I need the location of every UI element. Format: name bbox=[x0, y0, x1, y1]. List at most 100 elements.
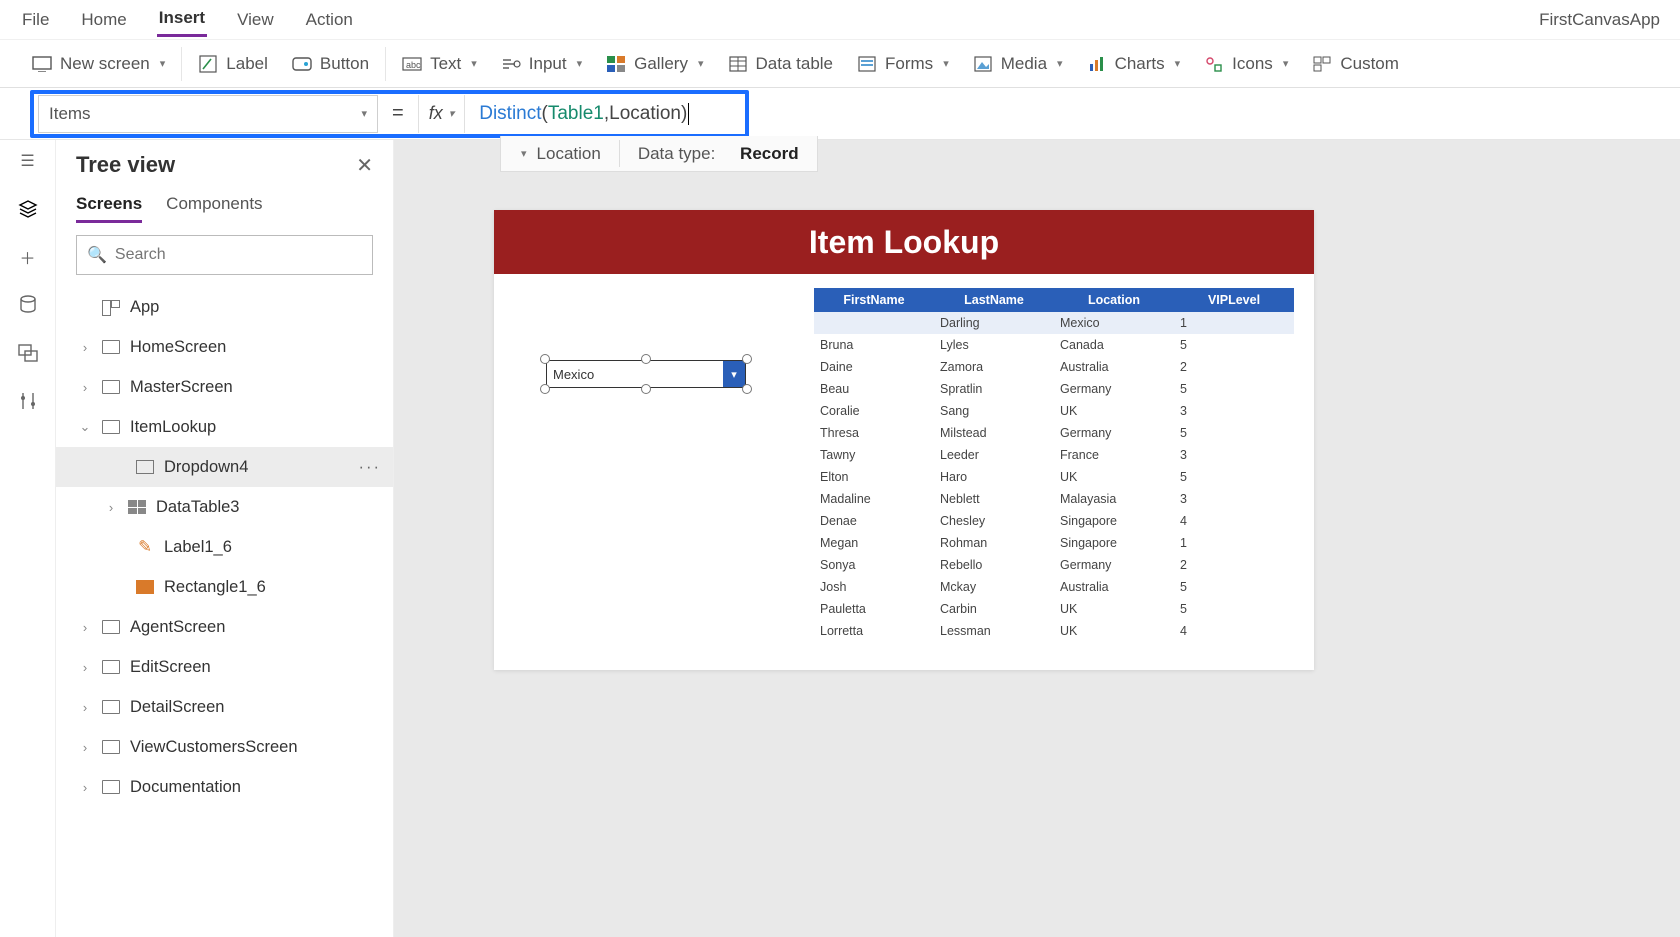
table-row[interactable]: BeauSpratlinGermany5 bbox=[814, 378, 1294, 400]
expand-icon[interactable]: › bbox=[78, 700, 92, 715]
control-datatable3[interactable]: FirstName LastName Location VIPLevel Dar… bbox=[814, 288, 1294, 642]
table-row[interactable]: CoralieSangUK3 bbox=[814, 400, 1294, 422]
formula-input[interactable]: Distinct(Table1, Location) bbox=[465, 95, 745, 133]
table-row[interactable]: DaineZamoraAustralia2 bbox=[814, 356, 1294, 378]
screen-icon bbox=[102, 420, 120, 434]
screen-icon bbox=[102, 340, 120, 354]
canvas-area[interactable]: Item Lookup Mexico ▾ FirstName LastName bbox=[394, 140, 1680, 937]
search-box[interactable]: 🔍 bbox=[76, 235, 373, 275]
expand-icon[interactable]: › bbox=[78, 620, 92, 635]
forms-button[interactable]: Forms ▾ bbox=[845, 40, 961, 88]
tree-item-detailscreen[interactable]: ›DetailScreen bbox=[56, 687, 393, 727]
table-row[interactable]: BrunaLylesCanada5 bbox=[814, 334, 1294, 356]
hamburger-icon[interactable]: ☰ bbox=[17, 150, 39, 172]
custom-button[interactable]: Custom bbox=[1300, 40, 1411, 88]
chevron-down-icon: ▾ bbox=[1283, 57, 1289, 70]
tree-item-homescreen[interactable]: ›HomeScreen bbox=[56, 327, 393, 367]
new-screen-label: New screen bbox=[60, 54, 150, 74]
tree-item-rectangle[interactable]: Rectangle1_6 bbox=[56, 567, 393, 607]
table-row[interactable]: JoshMckayAustralia5 bbox=[814, 576, 1294, 598]
media-button[interactable]: Media ▾ bbox=[961, 40, 1075, 88]
table-row[interactable]: TawnyLeederFrance3 bbox=[814, 444, 1294, 466]
menu-view[interactable]: View bbox=[235, 4, 276, 36]
col-lastname[interactable]: LastName bbox=[934, 288, 1054, 312]
menu-insert[interactable]: Insert bbox=[157, 2, 207, 37]
tree-item-masterscreen[interactable]: ›MasterScreen bbox=[56, 367, 393, 407]
button-button[interactable]: Button bbox=[280, 40, 381, 88]
screen-itemlookup[interactable]: Item Lookup Mexico ▾ FirstName LastName bbox=[494, 210, 1314, 670]
tab-screens[interactable]: Screens bbox=[76, 194, 142, 223]
result-datatype-cell: Data type: Record bbox=[620, 140, 817, 167]
table-row[interactable]: LorrettaLessmanUK4 bbox=[814, 620, 1294, 642]
table-cell: Germany bbox=[1054, 378, 1174, 400]
tree-item-datatable3[interactable]: ›DataTable3 bbox=[56, 487, 393, 527]
advanced-tools-icon[interactable] bbox=[17, 390, 39, 412]
col-firstname[interactable]: FirstName bbox=[814, 288, 934, 312]
table-row[interactable]: ThresaMilsteadGermany5 bbox=[814, 422, 1294, 444]
expand-icon[interactable]: › bbox=[78, 740, 92, 755]
chevron-down-icon: ▾ bbox=[698, 57, 704, 70]
resize-handle[interactable] bbox=[641, 384, 651, 394]
expand-icon[interactable]: › bbox=[78, 380, 92, 395]
icons-button[interactable]: Icons ▾ bbox=[1192, 40, 1300, 88]
menu-file[interactable]: File bbox=[20, 4, 51, 36]
table-row[interactable]: MadalineNeblettMalayasia3 bbox=[814, 488, 1294, 510]
col-viplevel[interactable]: VIPLevel bbox=[1174, 288, 1294, 312]
tree-item-itemlookup[interactable]: ⌄ItemLookup bbox=[56, 407, 393, 447]
label-label: Label bbox=[226, 54, 268, 74]
table-cell: Chesley bbox=[934, 510, 1054, 532]
tree-item-agentscreen[interactable]: ›AgentScreen bbox=[56, 607, 393, 647]
table-row[interactable]: DarlingMexico1 bbox=[814, 312, 1294, 334]
tree-item-viewcustomers[interactable]: ›ViewCustomersScreen bbox=[56, 727, 393, 767]
tree-item-app[interactable]: App bbox=[56, 287, 393, 327]
screen-icon bbox=[102, 780, 120, 794]
label-button[interactable]: Label bbox=[186, 40, 280, 88]
table-row[interactable]: PaulettaCarbinUK5 bbox=[814, 598, 1294, 620]
expand-icon[interactable]: › bbox=[78, 780, 92, 795]
tree-item-dropdown4[interactable]: Dropdown4··· bbox=[56, 447, 393, 487]
search-input[interactable] bbox=[115, 246, 362, 264]
new-screen-button[interactable]: New screen ▾ bbox=[20, 40, 177, 88]
input-button[interactable]: Input ▾ bbox=[489, 40, 594, 88]
data-table-button[interactable]: Data table bbox=[716, 40, 846, 88]
table-cell: Elton bbox=[814, 466, 934, 488]
text-button[interactable]: abc Text ▾ bbox=[390, 40, 489, 88]
data-pane-icon[interactable] bbox=[17, 294, 39, 316]
expand-icon[interactable]: › bbox=[78, 340, 92, 355]
expand-icon[interactable]: › bbox=[104, 500, 118, 515]
table-body: DarlingMexico1BrunaLylesCanada5DaineZamo… bbox=[814, 312, 1294, 642]
chevron-down-icon[interactable]: ▾ bbox=[723, 361, 745, 387]
gallery-button[interactable]: Gallery ▾ bbox=[594, 40, 715, 88]
more-icon[interactable]: ··· bbox=[359, 458, 381, 477]
tree-items: App ›HomeScreen ›MasterScreen ⌄ItemLooku… bbox=[56, 287, 393, 937]
tab-components[interactable]: Components bbox=[166, 194, 262, 223]
resize-handle[interactable] bbox=[540, 354, 550, 364]
media-pane-icon[interactable] bbox=[17, 342, 39, 364]
resize-handle[interactable] bbox=[742, 384, 752, 394]
menu-home[interactable]: Home bbox=[79, 4, 128, 36]
tree-view-icon[interactable] bbox=[17, 198, 39, 220]
collapse-icon[interactable]: ⌄ bbox=[78, 419, 92, 435]
col-location[interactable]: Location bbox=[1054, 288, 1174, 312]
insert-pane-icon[interactable]: ＋ bbox=[17, 246, 39, 268]
expand-icon[interactable]: › bbox=[78, 660, 92, 675]
table-row[interactable]: EltonHaroUK5 bbox=[814, 466, 1294, 488]
control-dropdown4[interactable]: Mexico ▾ bbox=[546, 360, 746, 388]
result-column-cell[interactable]: ▾Location bbox=[501, 140, 620, 167]
resize-handle[interactable] bbox=[540, 384, 550, 394]
tree-item-documentation[interactable]: ›Documentation bbox=[56, 767, 393, 807]
formula-result-info: ▾Location Data type: Record bbox=[500, 136, 818, 172]
resize-handle[interactable] bbox=[641, 354, 651, 364]
resize-handle[interactable] bbox=[742, 354, 752, 364]
tree-item-label[interactable]: ✎Label1_6 bbox=[56, 527, 393, 567]
table-row[interactable]: DenaeChesleySingapore4 bbox=[814, 510, 1294, 532]
property-selector[interactable]: Items ▾ bbox=[38, 95, 378, 133]
table-row[interactable]: MeganRohmanSingapore1 bbox=[814, 532, 1294, 554]
table-row[interactable]: SonyaRebelloGermany2 bbox=[814, 554, 1294, 576]
fx-button[interactable]: fx▾ bbox=[418, 95, 466, 133]
button-icon bbox=[292, 54, 312, 74]
tree-item-editscreen[interactable]: ›EditScreen bbox=[56, 647, 393, 687]
menu-action[interactable]: Action bbox=[304, 4, 355, 36]
charts-button[interactable]: Charts ▾ bbox=[1075, 40, 1193, 88]
close-icon[interactable]: ✕ bbox=[356, 153, 373, 178]
